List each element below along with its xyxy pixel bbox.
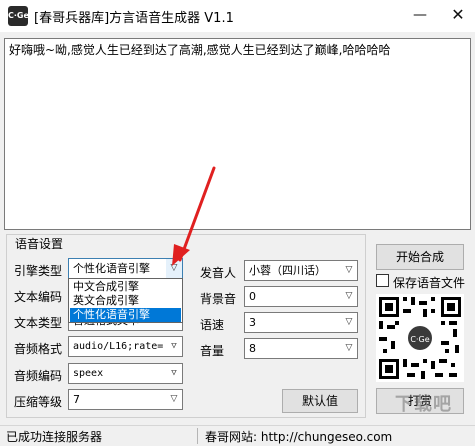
audio-format-select[interactable]: audio/L16;rate= ▽	[68, 336, 183, 357]
engine-type-select[interactable]: 个性化语音引擎 ▽	[68, 258, 183, 279]
text-encoding-label: 文本编码	[14, 290, 63, 304]
volume-select[interactable]: 8 ▽	[244, 338, 358, 359]
speaker-value: 小蓉（四川话）	[249, 264, 326, 277]
audio-encoding-label: 音频编码	[14, 369, 63, 383]
speed-select[interactable]: 3 ▽	[244, 312, 358, 333]
dropdown-option-english[interactable]: 英文合成引擎	[70, 294, 181, 308]
background-sound-select[interactable]: 0 ▽	[244, 286, 358, 307]
compression-level-value: 7	[73, 393, 80, 406]
app-logo-icon: C·Ge	[8, 6, 29, 26]
speed-label: 语速	[200, 318, 225, 332]
compression-level-label: 压缩等级	[14, 395, 63, 409]
chevron-down-icon[interactable]: ▽	[341, 261, 357, 280]
engine-type-label: 引擎类型	[14, 264, 63, 278]
volume-label: 音量	[200, 344, 225, 358]
chevron-down-icon[interactable]: ▽	[166, 390, 182, 409]
text-input-area[interactable]: 好嗨哦~呦,感觉人生已经到达了高潮,感觉人生已经到达了巅峰,哈哈哈哈	[4, 38, 471, 230]
chevron-down-icon[interactable]: ▽	[341, 287, 357, 306]
audio-encoding-value: speex	[73, 368, 104, 379]
compression-level-select[interactable]: 7 ▽	[68, 389, 183, 410]
background-sound-value: 0	[249, 290, 256, 303]
save-audio-label: 保存语音文件	[393, 276, 466, 290]
default-values-button[interactable]: 默认值	[282, 389, 358, 413]
audio-format-value: audio/L16;rate=	[73, 341, 164, 352]
window-title: [春哥兵器库]方言语音生成器 V1.1	[34, 11, 234, 26]
speaker-select[interactable]: 小蓉（四川话） ▽	[244, 260, 358, 281]
voice-settings-label: 语音设置	[14, 235, 65, 252]
website-link[interactable]: 春哥网站: http://chungeseo.com	[205, 428, 392, 445]
title-bar[interactable]: C·Ge [春哥兵器库]方言语音生成器 V1.1 — ✕	[0, 0, 475, 32]
chevron-down-icon[interactable]: ▽	[166, 259, 182, 278]
status-divider	[197, 428, 198, 444]
save-audio-checkbox[interactable]	[376, 274, 389, 287]
dropdown-option-chinese[interactable]: 中文合成引擎	[70, 280, 181, 294]
site-watermark: 下载吧	[395, 394, 452, 415]
chevron-down-icon[interactable]: ▽	[166, 364, 182, 383]
audio-format-label: 音频格式	[14, 342, 63, 356]
start-synthesis-button[interactable]: 开始合成	[376, 244, 464, 270]
minimize-button[interactable]: —	[403, 0, 437, 32]
chevron-down-icon[interactable]: ▽	[341, 339, 357, 358]
chevron-down-icon[interactable]: ▽	[341, 313, 357, 332]
connection-status: 已成功连接服务器	[6, 430, 103, 444]
engine-type-dropdown[interactable]: 中文合成引擎 英文合成引擎 个性化语音引擎	[68, 278, 183, 323]
qr-logo-badge: C·Ge	[406, 324, 434, 352]
audio-encoding-select[interactable]: speex ▽	[68, 363, 183, 384]
close-button[interactable]: ✕	[441, 0, 475, 32]
status-bar: 已成功连接服务器 春哥网站: http://chungeseo.com	[0, 425, 475, 446]
engine-type-value: 个性化语音引擎	[73, 262, 150, 275]
speed-value: 3	[249, 316, 256, 329]
volume-value: 8	[249, 342, 256, 355]
qr-code-image: C·Ge	[376, 294, 464, 382]
dropdown-option-personalized[interactable]: 个性化语音引擎	[70, 308, 181, 322]
text-type-label: 文本类型	[14, 316, 63, 330]
chevron-down-icon[interactable]: ▽	[166, 337, 182, 356]
speaker-label: 发音人	[200, 266, 237, 280]
background-sound-label: 背景音	[200, 292, 237, 306]
